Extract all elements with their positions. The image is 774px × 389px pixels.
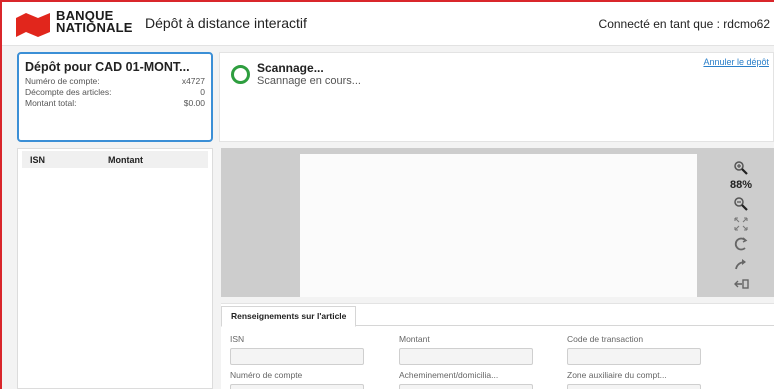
auxiliary-zone-label: Zone auxiliaire du compt... (567, 370, 667, 380)
item-count-label: Décompte des articles: (25, 87, 112, 97)
zoom-out-icon[interactable] (721, 194, 761, 212)
account-number-field-label: Numéro de compte (230, 370, 303, 380)
zoom-level: 88% (729, 179, 753, 191)
fit-to-screen-icon[interactable] (721, 214, 761, 232)
rotate-icon[interactable] (721, 234, 761, 252)
routing-label: Acheminement/domicilia... (399, 370, 499, 380)
item-list-header: ISN Montant (22, 151, 208, 168)
routing-field[interactable] (399, 384, 533, 389)
user-status: Connecté en tant que : rdcmo62 (598, 17, 770, 31)
scan-status-panel: Scannage... Scannage en cours... Annuler… (219, 52, 774, 142)
national-bank-logo-icon (16, 13, 50, 37)
brand-name: BANQUE NATIONALE (56, 9, 133, 35)
item-count-row: Décompte des articles: 0 (25, 87, 205, 98)
total-amount-label: Montant total: (25, 98, 77, 108)
item-count-value: 0 (200, 87, 205, 97)
zoom-in-icon[interactable] (721, 158, 761, 176)
brand-line-2: NATIONALE (56, 20, 133, 35)
transaction-code-label: Code de transaction (567, 334, 644, 344)
app-header: BANQUE NATIONALE Dépôt à distance intera… (2, 2, 774, 46)
scan-subtitle: Scannage en cours... (257, 75, 361, 87)
isn-field[interactable] (230, 348, 364, 365)
amount-field[interactable] (399, 348, 533, 365)
account-number-row: Numéro de compte: x4727 (25, 76, 205, 87)
check-image-canvas[interactable] (300, 154, 697, 297)
scan-title: Scannage... (257, 61, 324, 75)
tab-article-info[interactable]: Renseignements sur l'article (221, 306, 357, 327)
app-title: Dépôt à distance interactif (145, 15, 307, 31)
deposit-title: Dépôt pour CAD 01-MONT... (25, 60, 190, 74)
article-info-panel: Renseignements sur l'article ISN Montant… (221, 303, 774, 389)
isn-label: ISN (230, 334, 245, 344)
item-list-panel: ISN Montant (17, 148, 213, 389)
transaction-code-field[interactable] (567, 348, 701, 365)
account-number-value: x4727 (181, 76, 205, 86)
amount-label: Montant (399, 334, 430, 344)
account-number-field[interactable] (230, 384, 364, 389)
deposit-summary-card[interactable]: Dépôt pour CAD 01-MONT... Numéro de comp… (17, 52, 213, 142)
viewer-toolbar: 88% (721, 158, 761, 294)
total-amount-row: Montant total: $0.00 (25, 98, 205, 109)
account-number-label: Numéro de compte: (25, 76, 100, 86)
column-header-isn[interactable]: ISN (22, 155, 104, 165)
cancel-deposit-link[interactable]: Annuler le dépôt (703, 57, 769, 67)
flip-icon[interactable] (721, 254, 761, 272)
auxiliary-zone-field[interactable] (567, 384, 701, 389)
article-tab-bar: Renseignements sur l'article (221, 304, 774, 327)
switch-side-icon[interactable] (721, 274, 761, 292)
column-header-amount[interactable]: Montant (104, 155, 143, 165)
image-viewer: 88% (221, 148, 774, 297)
spinner-icon (231, 65, 250, 84)
total-amount-value: $0.00 (183, 98, 205, 108)
